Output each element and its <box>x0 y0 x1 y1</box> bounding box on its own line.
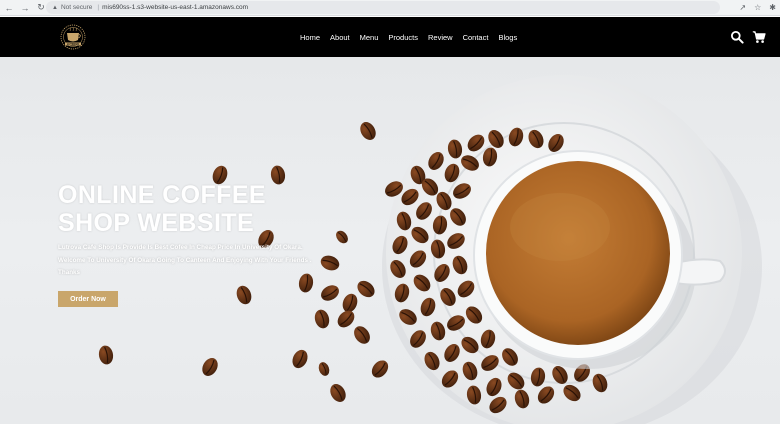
coffee-logo-icon: LUTROVA <box>60 24 86 50</box>
address-separator: | <box>97 4 100 11</box>
nav-about[interactable]: About <box>330 33 350 42</box>
security-label: Not secure <box>60 4 93 11</box>
back-icon[interactable]: ← <box>2 1 16 15</box>
logo-text: LUTROVA <box>67 42 79 46</box>
forward-icon[interactable]: → <box>18 1 32 15</box>
hero-title-line-1: ONLINE COFFEE <box>58 181 266 209</box>
nav-products[interactable]: Products <box>388 33 418 42</box>
cart-icon[interactable] <box>752 30 766 44</box>
nav-home[interactable]: Home <box>300 33 320 42</box>
nav-contact[interactable]: Contact <box>463 33 489 42</box>
browser-toolbar: ← → ↻ ▲ Not secure | mis690ss-1.s3-websi… <box>0 0 780 16</box>
extensions-icon[interactable]: ✱ <box>769 4 776 12</box>
coffee-hero-image <box>96 75 762 424</box>
hero-description: Lutrova Cafe Shop Is Provide Is Best Cof… <box>58 244 312 276</box>
url-text: mis690ss-1.s3-website-us-east-1.amazonaw… <box>102 4 249 11</box>
warning-icon: ▲ <box>52 4 58 11</box>
bookmark-star-icon[interactable]: ☆ <box>754 4 761 12</box>
share-icon[interactable]: ↗ <box>739 4 746 12</box>
order-now-button[interactable]: Order Now <box>58 291 118 307</box>
main-nav: Home About Menu Products Review Contact … <box>300 17 517 57</box>
site-header: LUTROVA Home About Menu Products Review … <box>0 17 780 57</box>
site-logo[interactable]: LUTROVA <box>56 23 90 51</box>
search-icon[interactable] <box>730 30 744 44</box>
hero-title-line-2: SHOP WEBSITE <box>58 209 255 237</box>
nav-review[interactable]: Review <box>428 33 453 42</box>
nav-menu[interactable]: Menu <box>360 33 379 42</box>
hero-title: ONLINE COFFEE SHOP WEBSITE <box>58 181 318 237</box>
hero-section: ONLINE COFFEE SHOP WEBSITE Lutrova Cafe … <box>0 57 780 424</box>
address-bar[interactable]: ▲ Not secure | mis690ss-1.s3-website-us-… <box>46 1 720 14</box>
nav-blogs[interactable]: Blogs <box>498 33 517 42</box>
